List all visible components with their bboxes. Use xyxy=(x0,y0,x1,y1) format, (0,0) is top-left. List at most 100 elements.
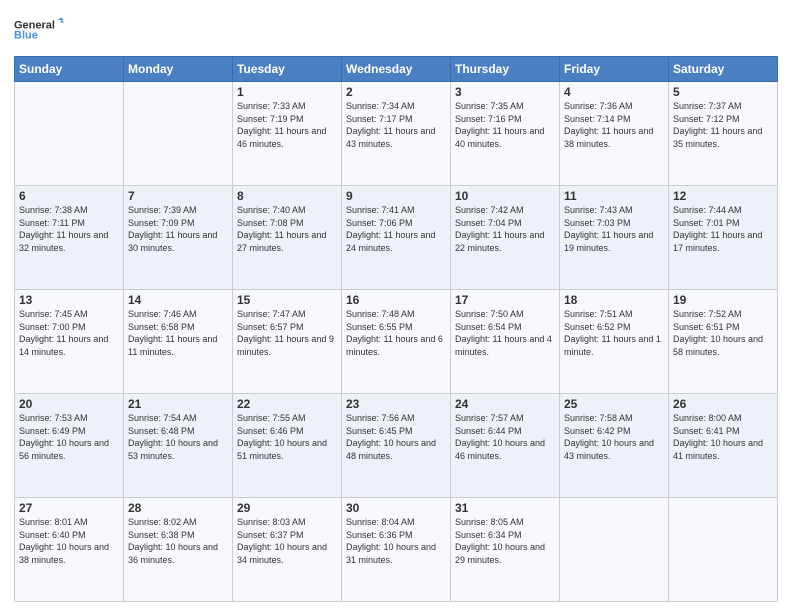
header-wednesday: Wednesday xyxy=(342,57,451,82)
day-cell: 31Sunrise: 8:05 AMSunset: 6:34 PMDayligh… xyxy=(451,498,560,602)
day-cell: 5Sunrise: 7:37 AMSunset: 7:12 PMDaylight… xyxy=(669,82,778,186)
day-cell: 7Sunrise: 7:39 AMSunset: 7:09 PMDaylight… xyxy=(124,186,233,290)
header-friday: Friday xyxy=(560,57,669,82)
day-info: Sunrise: 7:33 AMSunset: 7:19 PMDaylight:… xyxy=(237,100,337,150)
calendar-table: SundayMondayTuesdayWednesdayThursdayFrid… xyxy=(14,56,778,602)
week-row-2: 6Sunrise: 7:38 AMSunset: 7:11 PMDaylight… xyxy=(15,186,778,290)
day-number: 5 xyxy=(673,85,773,99)
day-cell: 17Sunrise: 7:50 AMSunset: 6:54 PMDayligh… xyxy=(451,290,560,394)
day-cell: 26Sunrise: 8:00 AMSunset: 6:41 PMDayligh… xyxy=(669,394,778,498)
day-cell: 6Sunrise: 7:38 AMSunset: 7:11 PMDaylight… xyxy=(15,186,124,290)
day-info: Sunrise: 8:04 AMSunset: 6:36 PMDaylight:… xyxy=(346,516,446,566)
day-info: Sunrise: 7:50 AMSunset: 6:54 PMDaylight:… xyxy=(455,308,555,358)
day-number: 29 xyxy=(237,501,337,515)
day-info: Sunrise: 7:48 AMSunset: 6:55 PMDaylight:… xyxy=(346,308,446,358)
day-cell: 3Sunrise: 7:35 AMSunset: 7:16 PMDaylight… xyxy=(451,82,560,186)
day-cell: 11Sunrise: 7:43 AMSunset: 7:03 PMDayligh… xyxy=(560,186,669,290)
day-number: 17 xyxy=(455,293,555,307)
week-row-3: 13Sunrise: 7:45 AMSunset: 7:00 PMDayligh… xyxy=(15,290,778,394)
day-info: Sunrise: 7:41 AMSunset: 7:06 PMDaylight:… xyxy=(346,204,446,254)
day-info: Sunrise: 7:56 AMSunset: 6:45 PMDaylight:… xyxy=(346,412,446,462)
day-cell: 23Sunrise: 7:56 AMSunset: 6:45 PMDayligh… xyxy=(342,394,451,498)
logo: General Blue xyxy=(14,10,64,50)
day-cell: 10Sunrise: 7:42 AMSunset: 7:04 PMDayligh… xyxy=(451,186,560,290)
day-info: Sunrise: 7:45 AMSunset: 7:00 PMDaylight:… xyxy=(19,308,119,358)
day-number: 16 xyxy=(346,293,446,307)
day-cell: 27Sunrise: 8:01 AMSunset: 6:40 PMDayligh… xyxy=(15,498,124,602)
day-info: Sunrise: 7:57 AMSunset: 6:44 PMDaylight:… xyxy=(455,412,555,462)
day-cell: 4Sunrise: 7:36 AMSunset: 7:14 PMDaylight… xyxy=(560,82,669,186)
day-cell: 25Sunrise: 7:58 AMSunset: 6:42 PMDayligh… xyxy=(560,394,669,498)
day-cell: 29Sunrise: 8:03 AMSunset: 6:37 PMDayligh… xyxy=(233,498,342,602)
day-number: 26 xyxy=(673,397,773,411)
day-number: 2 xyxy=(346,85,446,99)
day-cell: 15Sunrise: 7:47 AMSunset: 6:57 PMDayligh… xyxy=(233,290,342,394)
day-info: Sunrise: 7:46 AMSunset: 6:58 PMDaylight:… xyxy=(128,308,228,358)
day-number: 28 xyxy=(128,501,228,515)
day-number: 6 xyxy=(19,189,119,203)
day-info: Sunrise: 7:54 AMSunset: 6:48 PMDaylight:… xyxy=(128,412,228,462)
calendar-body: 1Sunrise: 7:33 AMSunset: 7:19 PMDaylight… xyxy=(15,82,778,602)
day-number: 20 xyxy=(19,397,119,411)
day-cell: 9Sunrise: 7:41 AMSunset: 7:06 PMDaylight… xyxy=(342,186,451,290)
day-cell xyxy=(560,498,669,602)
day-cell: 21Sunrise: 7:54 AMSunset: 6:48 PMDayligh… xyxy=(124,394,233,498)
day-info: Sunrise: 8:05 AMSunset: 6:34 PMDaylight:… xyxy=(455,516,555,566)
day-number: 23 xyxy=(346,397,446,411)
day-number: 25 xyxy=(564,397,664,411)
day-cell: 2Sunrise: 7:34 AMSunset: 7:17 PMDaylight… xyxy=(342,82,451,186)
day-number: 10 xyxy=(455,189,555,203)
day-info: Sunrise: 8:02 AMSunset: 6:38 PMDaylight:… xyxy=(128,516,228,566)
day-number: 24 xyxy=(455,397,555,411)
day-number: 14 xyxy=(128,293,228,307)
day-info: Sunrise: 7:52 AMSunset: 6:51 PMDaylight:… xyxy=(673,308,773,358)
week-row-1: 1Sunrise: 7:33 AMSunset: 7:19 PMDaylight… xyxy=(15,82,778,186)
day-info: Sunrise: 7:40 AMSunset: 7:08 PMDaylight:… xyxy=(237,204,337,254)
day-cell: 1Sunrise: 7:33 AMSunset: 7:19 PMDaylight… xyxy=(233,82,342,186)
day-info: Sunrise: 7:38 AMSunset: 7:11 PMDaylight:… xyxy=(19,204,119,254)
day-cell xyxy=(669,498,778,602)
day-info: Sunrise: 8:01 AMSunset: 6:40 PMDaylight:… xyxy=(19,516,119,566)
day-cell: 22Sunrise: 7:55 AMSunset: 6:46 PMDayligh… xyxy=(233,394,342,498)
day-info: Sunrise: 7:39 AMSunset: 7:09 PMDaylight:… xyxy=(128,204,228,254)
day-info: Sunrise: 7:43 AMSunset: 7:03 PMDaylight:… xyxy=(564,204,664,254)
week-row-4: 20Sunrise: 7:53 AMSunset: 6:49 PMDayligh… xyxy=(15,394,778,498)
day-info: Sunrise: 7:37 AMSunset: 7:12 PMDaylight:… xyxy=(673,100,773,150)
day-cell: 20Sunrise: 7:53 AMSunset: 6:49 PMDayligh… xyxy=(15,394,124,498)
header-thursday: Thursday xyxy=(451,57,560,82)
header-sunday: Sunday xyxy=(15,57,124,82)
day-cell: 14Sunrise: 7:46 AMSunset: 6:58 PMDayligh… xyxy=(124,290,233,394)
day-number: 15 xyxy=(237,293,337,307)
day-number: 12 xyxy=(673,189,773,203)
logo-svg: General Blue xyxy=(14,10,64,50)
day-info: Sunrise: 7:51 AMSunset: 6:52 PMDaylight:… xyxy=(564,308,664,358)
week-row-5: 27Sunrise: 8:01 AMSunset: 6:40 PMDayligh… xyxy=(15,498,778,602)
day-info: Sunrise: 7:47 AMSunset: 6:57 PMDaylight:… xyxy=(237,308,337,358)
day-info: Sunrise: 7:36 AMSunset: 7:14 PMDaylight:… xyxy=(564,100,664,150)
day-info: Sunrise: 7:42 AMSunset: 7:04 PMDaylight:… xyxy=(455,204,555,254)
day-number: 1 xyxy=(237,85,337,99)
day-cell: 8Sunrise: 7:40 AMSunset: 7:08 PMDaylight… xyxy=(233,186,342,290)
day-number: 21 xyxy=(128,397,228,411)
day-info: Sunrise: 8:00 AMSunset: 6:41 PMDaylight:… xyxy=(673,412,773,462)
header-row: SundayMondayTuesdayWednesdayThursdayFrid… xyxy=(15,57,778,82)
day-info: Sunrise: 8:03 AMSunset: 6:37 PMDaylight:… xyxy=(237,516,337,566)
header: General Blue xyxy=(14,10,778,50)
day-cell: 30Sunrise: 8:04 AMSunset: 6:36 PMDayligh… xyxy=(342,498,451,602)
day-number: 18 xyxy=(564,293,664,307)
day-number: 19 xyxy=(673,293,773,307)
day-cell: 12Sunrise: 7:44 AMSunset: 7:01 PMDayligh… xyxy=(669,186,778,290)
day-number: 30 xyxy=(346,501,446,515)
day-cell: 19Sunrise: 7:52 AMSunset: 6:51 PMDayligh… xyxy=(669,290,778,394)
day-info: Sunrise: 7:53 AMSunset: 6:49 PMDaylight:… xyxy=(19,412,119,462)
day-number: 13 xyxy=(19,293,119,307)
day-cell: 18Sunrise: 7:51 AMSunset: 6:52 PMDayligh… xyxy=(560,290,669,394)
day-info: Sunrise: 7:58 AMSunset: 6:42 PMDaylight:… xyxy=(564,412,664,462)
header-tuesday: Tuesday xyxy=(233,57,342,82)
day-number: 9 xyxy=(346,189,446,203)
day-info: Sunrise: 7:55 AMSunset: 6:46 PMDaylight:… xyxy=(237,412,337,462)
day-cell xyxy=(15,82,124,186)
header-monday: Monday xyxy=(124,57,233,82)
day-cell: 13Sunrise: 7:45 AMSunset: 7:00 PMDayligh… xyxy=(15,290,124,394)
day-number: 4 xyxy=(564,85,664,99)
